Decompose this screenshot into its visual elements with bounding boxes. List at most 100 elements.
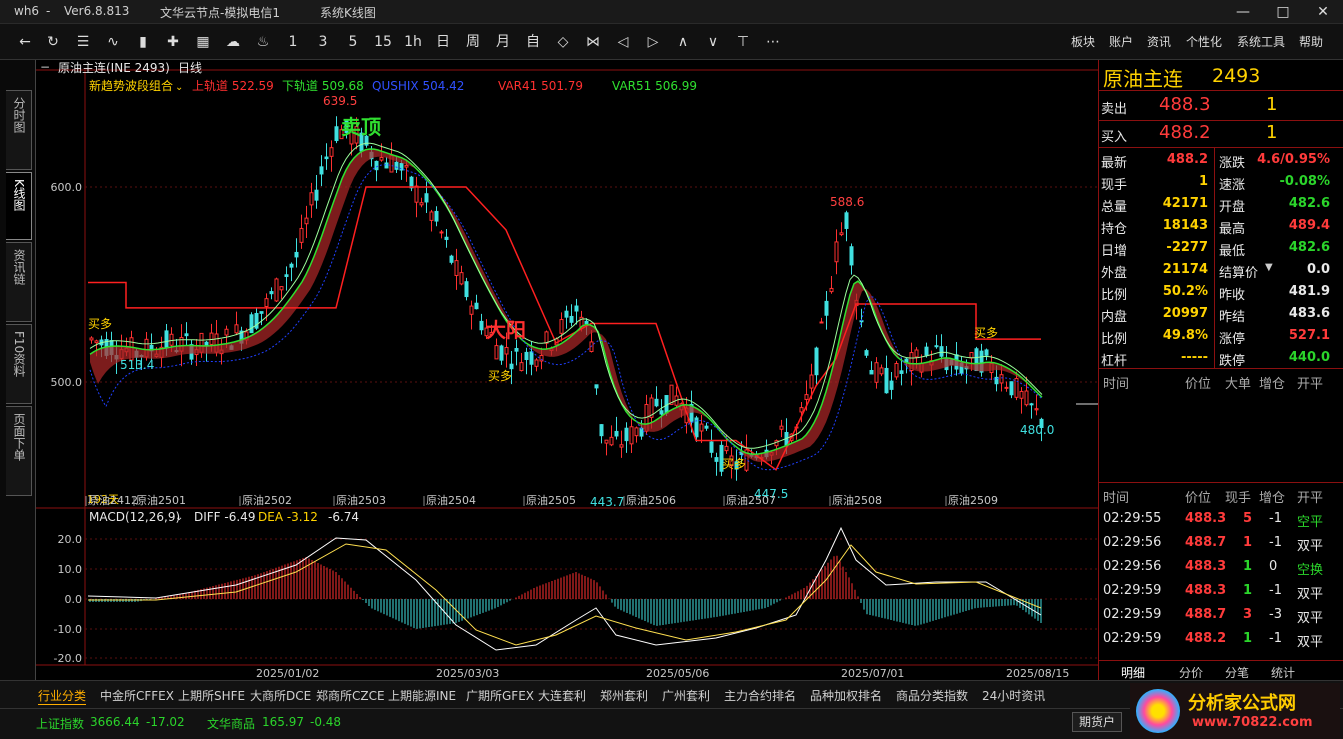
candle-body [379, 156, 384, 161]
macd-dropdown-icon[interactable]: ⌄ [175, 512, 183, 523]
candle-body [724, 445, 729, 452]
bottom-tab[interactable]: 郑州套利 [600, 687, 648, 704]
tab-kline[interactable]: K线图 [6, 172, 32, 240]
arrow-down-icon[interactable]: ∨ [702, 32, 724, 52]
line-chart-icon[interactable]: ∿ [102, 32, 124, 52]
maximize-button[interactable]: □ [1266, 0, 1300, 24]
period-15m[interactable]: 15 [372, 32, 394, 52]
stat-value: 440.0 [1288, 350, 1330, 365]
subtab-price[interactable]: 分价 [1179, 664, 1203, 681]
zoom-out-icon[interactable]: ◇ [552, 32, 574, 52]
bottom-tab[interactable]: 大商所DCE [250, 687, 311, 704]
arrow-left-icon[interactable]: ◁ [612, 32, 634, 52]
period-label[interactable]: 日线 [178, 61, 202, 75]
candle-body [804, 394, 809, 400]
indicator-dropdown-icon[interactable]: ⌄ [175, 82, 183, 93]
tab-timeshare[interactable]: 分时图 [6, 90, 32, 170]
bottom-tab[interactable]: 上期能源INE [388, 687, 456, 704]
kline-chart[interactable]: 600.0 500.0 20.0 10.0 0.0 -10.0 -20.0 − … [36, 60, 1098, 680]
period-5m[interactable]: 5 [342, 32, 364, 52]
candle-body [234, 324, 239, 334]
candle-body [1024, 390, 1029, 406]
stat-label: 结算价 [1219, 266, 1259, 281]
subtab-tick[interactable]: 分笔 [1225, 664, 1249, 681]
stat-label: 最低 [1219, 244, 1246, 259]
refresh-icon[interactable]: ↻ [42, 32, 64, 52]
candle-body [329, 147, 334, 157]
title-sep: - [46, 4, 51, 18]
dropdown-icon[interactable]: ▼ [1265, 262, 1273, 273]
left-tab-bar: 分时图 K线图 资讯链 F10资料 页面下单 [0, 60, 36, 680]
stat-label: 最高 [1219, 222, 1246, 237]
grid-icon[interactable]: ▦ [192, 32, 214, 52]
bottom-tab[interactable]: 上期所SHFE [178, 687, 245, 704]
tab-order[interactable]: 页面下单 [6, 406, 32, 496]
period-custom[interactable]: 自 [522, 32, 544, 52]
bottom-tab[interactable]: 广期所GFEX [466, 687, 534, 704]
arrow-up-icon[interactable]: ∧ [672, 32, 694, 52]
futures-account-button[interactable]: 期货户 [1072, 712, 1122, 732]
subtab-stats[interactable]: 统计 [1271, 664, 1295, 681]
period-3m[interactable]: 3 [312, 32, 334, 52]
period-month[interactable]: 月 [492, 32, 514, 52]
close-button[interactable]: ✕ [1306, 0, 1340, 24]
period-1h[interactable]: 1h [402, 32, 424, 52]
more-icon[interactable]: ⋯ [762, 32, 784, 52]
period-1m[interactable]: 1 [282, 32, 304, 52]
subtab-detail[interactable]: 明细 [1121, 664, 1145, 681]
indicator-name[interactable]: 新趋势波段组合 [89, 78, 173, 93]
candle-body [94, 340, 99, 344]
menu-sector[interactable]: 板块 [1071, 33, 1095, 50]
macd-label[interactable]: MACD(12,26,9) [89, 510, 180, 524]
minimize-button[interactable]: — [1226, 0, 1260, 24]
bottom-tab[interactable]: 郑商所CZCE [316, 687, 385, 704]
kline-icon[interactable]: ▮ [132, 32, 154, 52]
bottom-tab[interactable]: 行业分类 [38, 687, 87, 705]
stat-label: 开盘 [1219, 200, 1246, 215]
split-icon[interactable]: ⊤ [732, 32, 754, 52]
bottom-tab[interactable]: 主力合约排名 [724, 687, 796, 704]
stat-value: 527.1 [1288, 328, 1330, 343]
buy-row[interactable]: 买入 488.2 1 [1099, 122, 1343, 148]
tick-price: 488.3 [1185, 511, 1227, 526]
bottom-tab[interactable]: 品种加权排名 [810, 687, 882, 704]
candle-body [404, 164, 409, 168]
stat-label: 昨收 [1219, 288, 1246, 303]
bottom-tab[interactable]: 中金所CFFEX [100, 687, 174, 704]
stat-label: 涨跌 [1219, 156, 1246, 171]
bottom-tab[interactable]: 广州套利 [662, 687, 710, 704]
stat-value: 482.6 [1288, 240, 1330, 255]
tab-f10[interactable]: F10资料 [6, 324, 32, 404]
candle-body [984, 349, 989, 356]
zoom-in-icon[interactable]: ⋈ [582, 32, 604, 52]
menu-account[interactable]: 账户 [1109, 33, 1133, 50]
quote-divider-5 [1099, 482, 1343, 483]
tick-inc: -1 [1269, 583, 1282, 598]
bottom-tab[interactable]: 大连套利 [538, 687, 586, 704]
tab-news-chain[interactable]: 资讯链 [6, 242, 32, 322]
candle-body [599, 424, 604, 437]
th2-price: 价位 [1185, 491, 1212, 506]
bottom-tab[interactable]: 24小时资讯 [982, 687, 1045, 704]
chart-collapse-icon[interactable]: − [40, 60, 50, 74]
menu-personalize[interactable]: 个性化 [1186, 33, 1222, 50]
cloud-icon[interactable]: ☁ [222, 32, 244, 52]
crosshair-icon[interactable]: ✚ [162, 32, 184, 52]
stat-label: 杠杆 [1101, 354, 1128, 369]
period-week[interactable]: 周 [462, 32, 484, 52]
bell-icon[interactable]: ♨ [252, 32, 274, 52]
sell-row[interactable]: 卖出 488.3 1 [1099, 94, 1343, 120]
kline-chart-area[interactable]: 600.0 500.0 20.0 10.0 0.0 -10.0 -20.0 − … [36, 60, 1098, 680]
back-icon[interactable]: ← [14, 32, 36, 52]
high-label-1: 639.5 [323, 94, 357, 108]
arrow-right-icon[interactable]: ▷ [642, 32, 664, 52]
macd-tick-20: 20.0 [58, 533, 83, 546]
date-tick-5: 2025/08/15 [1006, 667, 1069, 680]
menu-help[interactable]: 帮助 [1299, 33, 1323, 50]
menu-news[interactable]: 资讯 [1147, 33, 1171, 50]
menu-system-tools[interactable]: 系统工具 [1237, 33, 1285, 50]
list-icon[interactable]: ☰ [72, 32, 94, 52]
period-day[interactable]: 日 [432, 32, 454, 52]
candle-body [464, 281, 469, 298]
bottom-tab[interactable]: 商品分类指数 [896, 687, 968, 704]
